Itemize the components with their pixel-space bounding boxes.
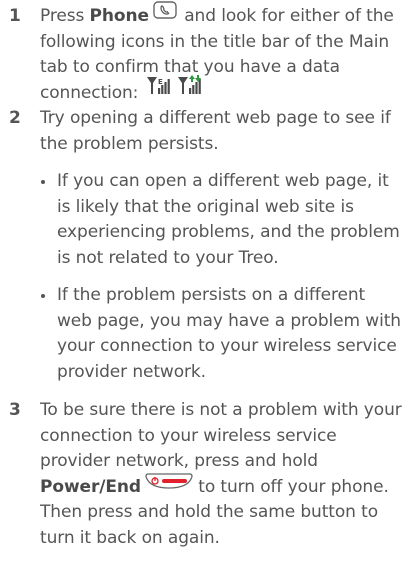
list-item: If the problem persists on a different w…: [40, 283, 404, 385]
bullet-text: If you can open a different web page, it…: [57, 171, 400, 268]
bullet-text: If the problem persists on a different w…: [57, 285, 401, 382]
signal-data-active-icon: [177, 75, 201, 104]
step-number: 1: [9, 6, 21, 26]
step-2: 2 Try opening a different web page to se…: [9, 106, 404, 385]
power-end-key-icon: [145, 472, 193, 498]
step-1: 1 Press Phone and look for either of the…: [9, 1, 404, 106]
step-3: 3 To be sure there is not a problem with…: [9, 398, 404, 551]
step-text-pre: Press: [40, 6, 90, 26]
step-text-pre: To be sure there is not a problem with y…: [40, 400, 402, 471]
bullet-icon: [41, 294, 45, 298]
help-page: 1 Press Phone and look for either of the…: [0, 0, 412, 563]
signal-data-icon: E: [146, 75, 170, 104]
svg-text:E: E: [158, 78, 163, 86]
list-item: If you can open a different web page, it…: [40, 169, 404, 271]
bullet-list: If you can open a different web page, it…: [40, 169, 404, 385]
step-number: 2: [9, 108, 21, 128]
step-text: Try opening a different web page to see …: [40, 108, 391, 154]
bullet-icon: [41, 180, 45, 184]
phone-key-label: Phone: [89, 6, 149, 26]
power-end-key-label: Power/End: [40, 476, 141, 497]
step-number: 3: [9, 400, 21, 420]
phone-key-icon: [153, 1, 177, 28]
